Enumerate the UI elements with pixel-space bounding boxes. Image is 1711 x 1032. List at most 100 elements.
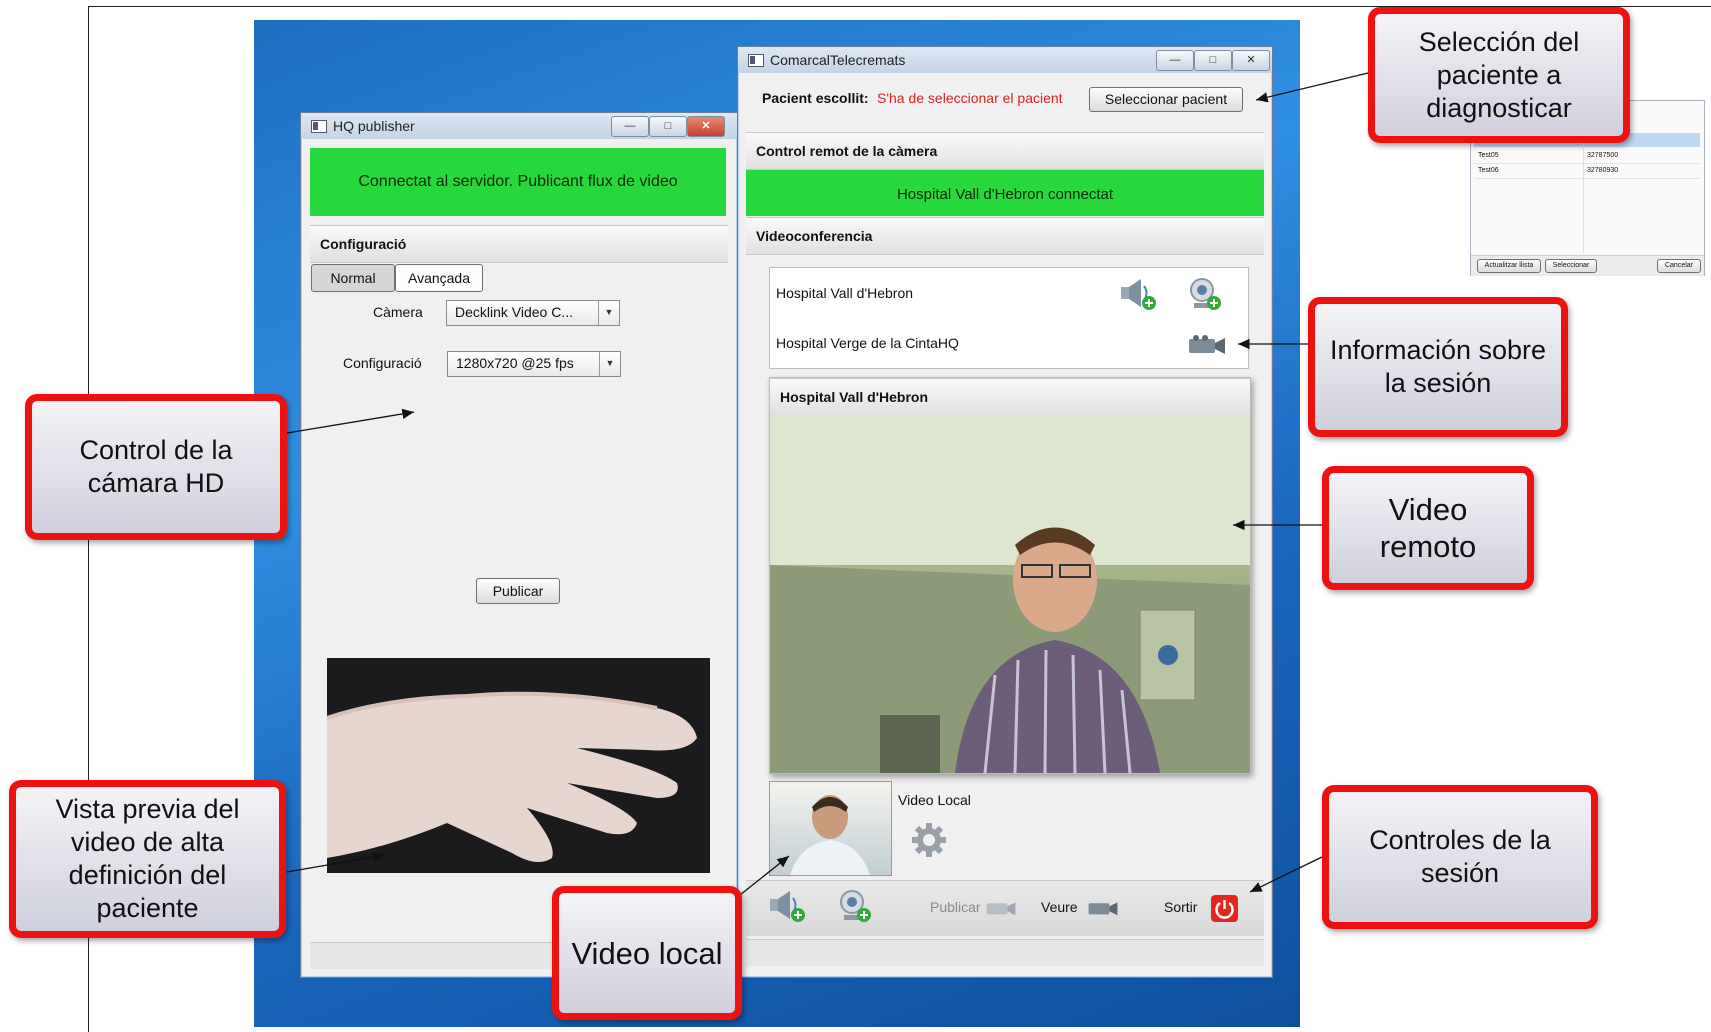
tab-normal[interactable]: Normal	[311, 264, 395, 292]
callout-line: Video	[1388, 492, 1468, 527]
webcam-add-icon[interactable]	[1186, 276, 1224, 312]
patient-value: S'ha de seleccionar el pacient	[877, 90, 1063, 106]
publish-stream-button[interactable]: Publicar	[922, 895, 1022, 921]
table-cell: 32780930	[1587, 167, 1619, 174]
callout-local-video: Video local	[552, 886, 742, 1020]
table-row[interactable]: Test06 32780930	[1474, 164, 1700, 179]
callout-line: la sesión	[1384, 368, 1492, 398]
dialog-button-bar: Actualitzar llista Seleccionar Cancelar	[1471, 255, 1704, 276]
telecremats-window-title: ComarcalTelecremats	[770, 52, 906, 68]
list-item[interactable]: Hospital Verge de la CintaHQ	[770, 318, 1248, 368]
callout-line: Video local	[571, 935, 723, 971]
hd-preview-video	[327, 658, 710, 873]
maximize-button[interactable]: □	[1194, 50, 1232, 71]
participant-name: Hospital Vall d'Hebron	[776, 285, 914, 301]
minimize-button[interactable]: —	[611, 116, 649, 137]
hq-config-header: Configuració	[310, 225, 728, 263]
close-button[interactable]: ✕	[687, 116, 725, 137]
remote-video-panel: Hospital Vall d'Hebron	[769, 377, 1251, 774]
maximize-button[interactable]: □	[649, 116, 687, 137]
callout-remote-video: Video remoto	[1322, 466, 1534, 590]
hq-window-title: HQ publisher	[333, 118, 415, 134]
callout-line: Controles de la	[1369, 825, 1551, 855]
callout-line: Control de la	[79, 435, 233, 465]
cancel-button[interactable]: Cancelar	[1657, 259, 1701, 273]
minimize-button[interactable]: —	[1156, 50, 1194, 71]
videoconference-header-label: Videoconferencia	[756, 228, 873, 244]
select-patient-button[interactable]: Seleccionar pacient	[1089, 87, 1243, 112]
callout-line: Selección del	[1418, 26, 1580, 57]
list-item[interactable]: Hospital Vall d'Hebron	[770, 268, 1248, 318]
camera-select[interactable]: Decklink Video C... ▼	[446, 300, 620, 326]
camera-status-bar: Hospital Vall d'Hebron connectat	[746, 170, 1264, 216]
table-cell: 32787500	[1587, 152, 1619, 159]
column-divider	[1583, 133, 1584, 253]
callout-session-info: Información sobre la sesión	[1308, 297, 1568, 437]
participant-name: Hospital Verge de la CintaHQ	[776, 335, 959, 351]
telecremats-titlebar[interactable]: ComarcalTelecremats — □ ✕	[738, 47, 1272, 73]
publish-button-label: Publicar	[492, 583, 544, 599]
configuration-label: Configuració	[343, 355, 422, 371]
session-toolbar: Publicar Veure Sortir	[746, 880, 1264, 936]
select-patient-button-label: Seleccionar pacient	[1104, 91, 1228, 107]
camcorder-icon	[985, 898, 1017, 918]
callout-line: sesión	[1420, 858, 1500, 888]
power-icon	[1211, 895, 1238, 922]
configuration-select-value: 1280x720 @25 fps	[456, 355, 574, 371]
window-app-icon	[748, 54, 764, 67]
tab-normal-label: Normal	[330, 270, 376, 286]
camcorder-icon	[1187, 334, 1227, 356]
close-button[interactable]: ✕	[1232, 50, 1270, 71]
exit-label: Sortir	[1164, 899, 1198, 915]
camcorder-icon	[1087, 898, 1119, 918]
callout-line: Vista previa del	[55, 794, 240, 824]
telecremats-window: ComarcalTelecremats — □ ✕ Pacient escoll…	[737, 46, 1273, 978]
table-row[interactable]: Test05 32787500	[1474, 149, 1700, 164]
window-app-icon	[311, 120, 327, 133]
hand-image	[327, 691, 697, 862]
select-button[interactable]: Seleccionar	[1545, 259, 1597, 273]
callout-line: diagnosticar	[1426, 92, 1572, 123]
speaker-add-icon[interactable]	[768, 889, 808, 925]
camera-label: Càmera	[373, 304, 423, 320]
callout-line: cámara HD	[87, 468, 225, 498]
telecremats-footer-bar	[746, 939, 1264, 966]
hq-status-text: Connectat al servidor. Publicant flux de…	[358, 173, 678, 190]
publish-stream-label: Publicar	[930, 899, 981, 915]
hq-titlebar[interactable]: HQ publisher — □ ✕	[301, 113, 737, 139]
remote-video	[770, 415, 1250, 773]
webcam-add-icon[interactable]	[836, 888, 874, 926]
publish-button[interactable]: Publicar	[476, 578, 560, 604]
callout-line: paciente a	[1436, 59, 1562, 90]
watch-stream-button[interactable]: Veure	[1034, 895, 1124, 921]
remote-video-header: Hospital Vall d'Hebron	[770, 378, 1250, 416]
table-cell: Test05	[1478, 152, 1499, 159]
exit-button[interactable]: Sortir	[1156, 893, 1246, 923]
remote-video-frame	[770, 415, 1250, 773]
hq-config-header-label: Configuració	[320, 236, 407, 252]
configuration-select[interactable]: 1280x720 @25 fps ▼	[447, 351, 621, 377]
callout-line: definición del	[68, 860, 227, 890]
remote-video-title: Hospital Vall d'Hebron	[780, 389, 929, 405]
callout-patient-selection: Selección del paciente a diagnosticar	[1368, 7, 1630, 143]
callout-line: video de alta	[70, 827, 225, 857]
callout-session-controls: Controles de la sesión	[1322, 785, 1598, 929]
callout-line: Información sobre	[1329, 335, 1547, 365]
hq-publisher-window: HQ publisher — □ ✕ Connectat al servidor…	[300, 112, 738, 978]
refresh-list-button[interactable]: Actualitzar llista	[1477, 259, 1541, 273]
table-cell: Test06	[1478, 167, 1499, 174]
speaker-add-icon[interactable]	[1119, 277, 1159, 311]
camera-status-text: Hospital Vall d'Hebron connectat	[896, 186, 1114, 203]
watch-stream-label: Veure	[1041, 899, 1078, 915]
gear-icon[interactable]	[910, 821, 948, 859]
callout-preview: Vista previa del video de alta definició…	[9, 780, 286, 938]
callout-line: paciente	[96, 893, 199, 923]
chevron-down-icon: ▼	[599, 352, 620, 376]
camera-control-header-label: Control remot de la càmera	[756, 143, 938, 159]
local-video-frame	[790, 795, 870, 875]
local-video-label: Video Local	[898, 792, 971, 808]
tab-advanced-label: Avançada	[407, 270, 470, 286]
hq-status-bar: Connectat al servidor. Publicant flux de…	[310, 148, 726, 216]
tab-advanced[interactable]: Avançada	[395, 264, 483, 292]
camera-control-header: Control remot de la càmera	[746, 132, 1264, 170]
